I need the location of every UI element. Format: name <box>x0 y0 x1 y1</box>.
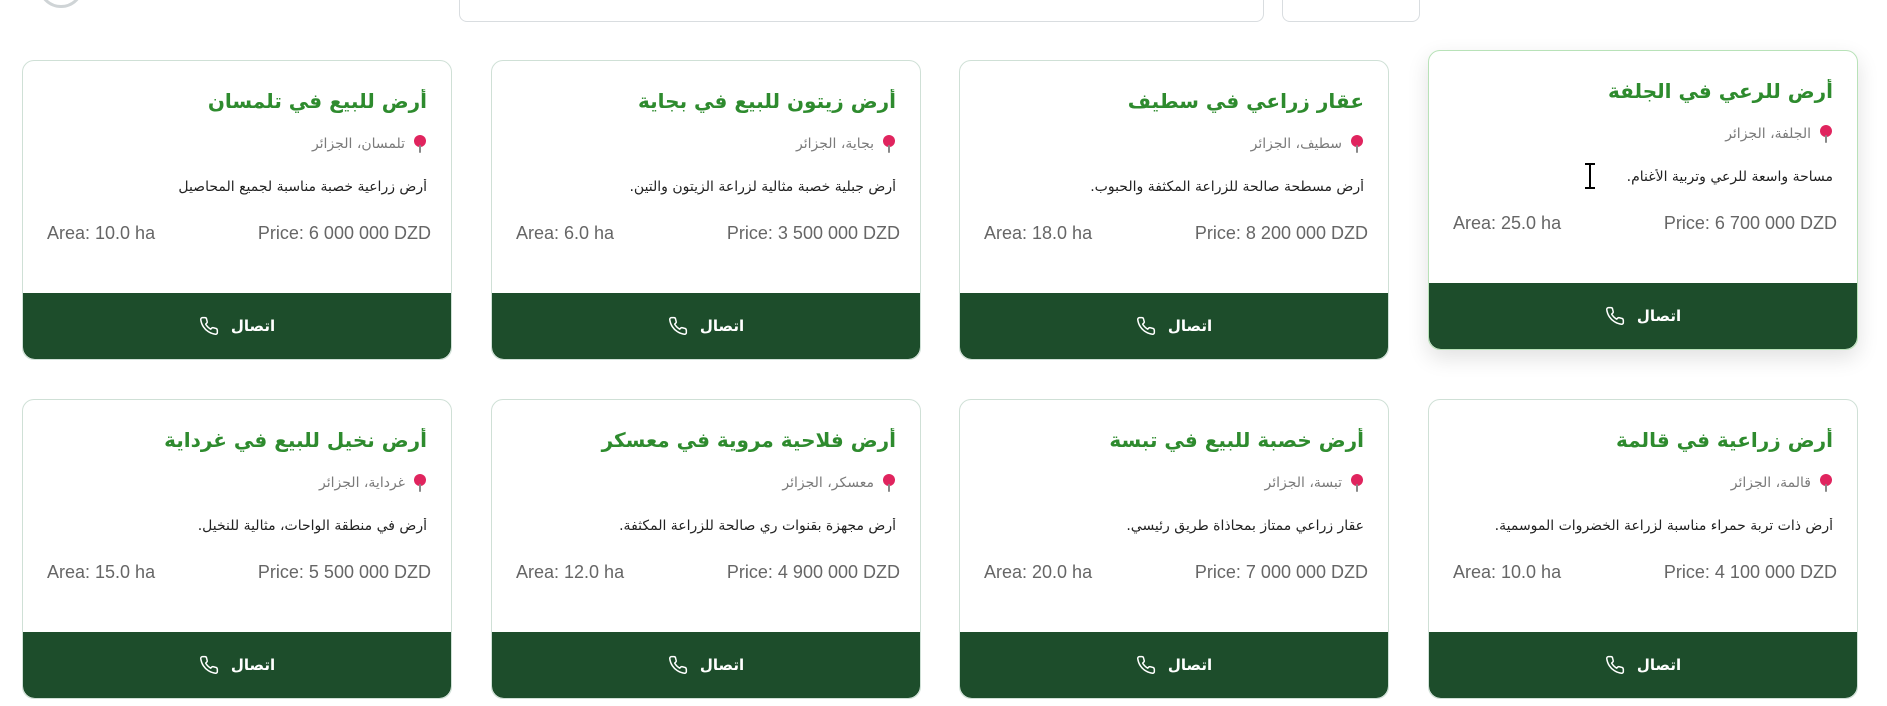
contact-label: اتصال <box>230 656 276 674</box>
contact-label: اتصال <box>1636 307 1682 325</box>
contact-label: اتصال <box>1167 656 1213 674</box>
listing-area: Area: 15.0 ha <box>47 562 156 582</box>
listing-area: Area: 12.0 ha <box>516 562 625 582</box>
listing-area: Area: 18.0 ha <box>984 223 1093 243</box>
map-pin-icon <box>1350 474 1364 492</box>
listing-price: Price: 4 100 000 DZD <box>1663 562 1837 582</box>
listing-location-text: الجلفة، الجزائر <box>1725 126 1811 142</box>
listing-card[interactable]: أرض فلاحية مروية في معسكر معسكر، الجزائر… <box>491 399 921 699</box>
listing-description: عقار زراعي ممتاز بمحاذاة طريق رئيسي. <box>1126 518 1364 534</box>
map-pin-icon <box>413 135 427 153</box>
contact-button[interactable]: اتصال <box>960 632 1388 698</box>
listing-card[interactable]: أرض خصبة للبيع في تبسة تبسة، الجزائر عقا… <box>959 399 1389 699</box>
map-pin-icon <box>1350 135 1364 153</box>
listing-area: Area: 10.0 ha <box>47 223 156 243</box>
phone-icon <box>199 316 218 335</box>
listing-price: Price: 6 700 000 DZD <box>1663 213 1837 233</box>
phone-icon <box>1136 316 1155 335</box>
listing-location-text: سطيف، الجزائر <box>1250 136 1342 152</box>
map-pin-icon <box>882 474 896 492</box>
phone-icon <box>668 316 687 335</box>
listing-title: أرض للرعي في الجلفة <box>1608 79 1833 103</box>
contact-button[interactable]: اتصال <box>960 293 1388 359</box>
listings-grid: أرض للبيع في تلمسان تلمسان، الجزائر أرض … <box>0 0 1887 706</box>
listing-description: أرض مجهزة بقنوات ري صالحة للزراعة المكثف… <box>619 518 896 534</box>
listing-card[interactable]: أرض للرعي في الجلفة الجلفة، الجزائر مساح… <box>1428 50 1858 350</box>
map-pin-icon <box>1819 125 1833 143</box>
listing-location: بجاية، الجزائر <box>516 135 896 153</box>
listing-card[interactable]: أرض زيتون للبيع في بجاية بجاية، الجزائر … <box>491 60 921 360</box>
listing-price: Price: 4 900 000 DZD <box>726 562 900 582</box>
listing-location: تلمسان، الجزائر <box>47 135 427 153</box>
listing-description: أرض زراعية خصبة مناسبة لجميع المحاصيل <box>178 179 427 195</box>
listing-location: معسكر، الجزائر <box>516 474 896 492</box>
contact-button[interactable]: اتصال <box>492 632 920 698</box>
phone-icon <box>1605 655 1624 674</box>
listing-location: غرداية، الجزائر <box>47 474 427 492</box>
listing-location: سطيف، الجزائر <box>984 135 1364 153</box>
listing-location-text: بجاية، الجزائر <box>796 136 874 152</box>
listing-title: أرض للبيع في تلمسان <box>207 89 427 113</box>
listing-title: أرض خصبة للبيع في تبسة <box>1109 428 1364 452</box>
listing-card[interactable]: أرض زراعية في قالمة قالمة، الجزائر أرض ذ… <box>1428 399 1858 699</box>
listing-location: الجلفة، الجزائر <box>1453 125 1833 143</box>
listing-card[interactable]: أرض للبيع في تلمسان تلمسان، الجزائر أرض … <box>22 60 452 360</box>
listing-description: أرض ذات تربة حمراء مناسبة لزراعة الخضروا… <box>1494 518 1833 534</box>
contact-label: اتصال <box>699 656 745 674</box>
listing-location-text: تلمسان، الجزائر <box>311 136 405 152</box>
contact-button[interactable]: اتصال <box>1429 283 1857 349</box>
map-pin-icon <box>1819 474 1833 492</box>
listing-title: أرض فلاحية مروية في معسكر <box>601 428 896 452</box>
text-cursor-icon <box>1585 163 1595 189</box>
listing-card[interactable]: أرض نخيل للبيع في غرداية غرداية، الجزائر… <box>22 399 452 699</box>
listing-area: Area: 25.0 ha <box>1453 213 1562 233</box>
listing-price: Price: 8 200 000 DZD <box>1194 223 1368 243</box>
listing-price: Price: 7 000 000 DZD <box>1194 562 1368 582</box>
listing-location: قالمة، الجزائر <box>1453 474 1833 492</box>
listing-location-text: غرداية، الجزائر <box>319 475 405 491</box>
listing-area: Area: 6.0 ha <box>516 223 615 243</box>
listing-description: مساحة واسعة للرعي وتربية الأغنام. <box>1626 169 1833 185</box>
contact-label: اتصال <box>699 317 745 335</box>
listing-description: أرض مسطحة صالحة للزراعة المكثفة والحبوب. <box>1090 179 1364 195</box>
phone-icon <box>668 655 687 674</box>
phone-icon <box>199 655 218 674</box>
contact-button[interactable]: اتصال <box>1429 632 1857 698</box>
phone-icon <box>1136 655 1155 674</box>
listing-title: أرض زراعية في قالمة <box>1616 428 1833 452</box>
listing-area: Area: 10.0 ha <box>1453 562 1562 582</box>
listing-area: Area: 20.0 ha <box>984 562 1093 582</box>
contact-label: اتصال <box>1167 317 1213 335</box>
listing-title: عقار زراعي في سطيف <box>1127 89 1364 113</box>
map-pin-icon <box>413 474 427 492</box>
listing-location: تبسة، الجزائر <box>984 474 1364 492</box>
contact-label: اتصال <box>1636 656 1682 674</box>
listing-price: Price: 5 500 000 DZD <box>257 562 431 582</box>
listing-price: Price: 3 500 000 DZD <box>726 223 900 243</box>
listing-location-text: تبسة، الجزائر <box>1264 475 1342 491</box>
listing-location-text: قالمة، الجزائر <box>1730 475 1811 491</box>
listing-card[interactable]: عقار زراعي في سطيف سطيف، الجزائر أرض مسط… <box>959 60 1389 360</box>
contact-button[interactable]: اتصال <box>23 632 451 698</box>
contact-label: اتصال <box>230 317 276 335</box>
listing-title: أرض زيتون للبيع في بجاية <box>638 89 896 113</box>
contact-button[interactable]: اتصال <box>492 293 920 359</box>
listing-description: أرض في منطقة الواحات، مثالية للنخيل. <box>197 518 427 534</box>
map-pin-icon <box>882 135 896 153</box>
listing-title: أرض نخيل للبيع في غرداية <box>164 428 427 452</box>
phone-icon <box>1605 306 1624 325</box>
listing-description: أرض جبلية خصبة مثالية لزراعة الزيتون وال… <box>629 179 896 195</box>
listing-price: Price: 6 000 000 DZD <box>257 223 431 243</box>
contact-button[interactable]: اتصال <box>23 293 451 359</box>
listing-location-text: معسكر، الجزائر <box>782 475 874 491</box>
